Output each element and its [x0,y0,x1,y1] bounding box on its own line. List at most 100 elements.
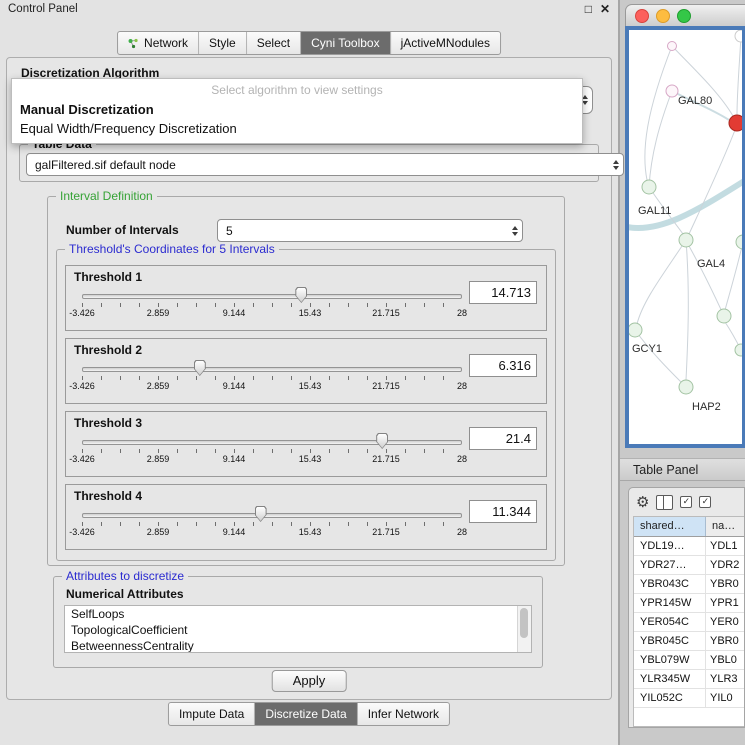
algorithm-option-manual-discretization[interactable]: Manual Discretization [12,100,582,119]
network-edge[interactable] [637,240,686,324]
tab-jactivemnodules[interactable]: jActiveMNodules [391,32,500,54]
network-node[interactable] [717,309,731,323]
table-row[interactable]: YER054CYER0 [634,613,744,632]
scale-label: 21.715 [372,308,400,318]
slider-scale-labels: -3.4262.8599.14415.4321.71528 [82,454,462,466]
network-edge[interactable] [725,242,742,310]
table-panel-window: ⚙ ✓ ✓ shared…na… YDL19…YDL1YDR27…YDR2YBR… [628,487,745,728]
attribute-item-betweennesscentrality[interactable]: BetweennessCentrality [65,638,531,653]
algorithm-options: Manual DiscretizationEqual Width/Frequen… [12,100,582,138]
table-row[interactable]: YBR045CYBR0 [634,632,744,651]
network-edge[interactable] [645,46,672,180]
table-panel-header[interactable]: Table Panel [620,458,745,481]
bottom-tab-infer-network[interactable]: Infer Network [358,703,449,725]
algorithm-option-equal-width-frequency-discretization[interactable]: Equal Width/Frequency Discretization [12,119,582,138]
table-row[interactable]: YPR145WYPR1 [634,594,744,613]
attribute-item-selfloops[interactable]: SelfLoops [65,606,531,622]
checkbox-icon[interactable]: ✓ [699,496,711,508]
scale-label: 21.715 [372,527,400,537]
slider-ticks [82,449,462,453]
network-node[interactable] [735,30,742,42]
network-frame: GAL80GAL11GAL4GCY1HAP2 [625,26,745,448]
slider-ticks [82,376,462,380]
scale-label: -3.426 [69,527,95,537]
node-label-gal4: GAL4 [697,258,725,270]
network-window-titlebar[interactable] [625,4,745,26]
network-node[interactable] [735,344,742,356]
scrollbar[interactable] [517,606,531,652]
tab-network[interactable]: Network [118,32,199,54]
table-cell: YIL0 [706,689,744,707]
table-cell: YPR1 [706,594,744,612]
slider-handle[interactable] [376,433,388,449]
slider-track [82,513,462,518]
tab-style[interactable]: Style [199,32,247,54]
table-cell: YBR043C [634,575,706,593]
network-node[interactable] [629,323,642,337]
minimize-traffic-light-icon[interactable] [656,9,670,23]
threshold-1-value-field[interactable]: 14.713 [469,281,537,304]
table-row[interactable]: YDL19…YDL1 [634,537,744,556]
network-edge[interactable] [689,130,735,234]
close-traffic-light-icon[interactable] [635,9,649,23]
tab-cyni-toolbox[interactable]: Cyni Toolbox [301,32,390,54]
network-node[interactable] [679,380,693,394]
checkbox-icon[interactable]: ✓ [680,496,692,508]
gear-icon[interactable]: ⚙ [636,495,649,510]
network-node[interactable] [729,115,742,131]
table-row[interactable]: YBL079WYBL0 [634,651,744,670]
bottom-tab-impute-data[interactable]: Impute Data [169,703,255,725]
slider-handle[interactable] [194,360,206,376]
threshold-2-value-field[interactable]: 6.316 [469,354,537,377]
threshold-label: Threshold 2 [74,343,142,357]
table-cell: YDR2 [706,556,744,574]
table-row[interactable]: YBR043CYBR0 [634,575,744,594]
slider-ticks [82,522,462,526]
table-row[interactable]: YDR27…YDR2 [634,556,744,575]
table-cell: YDR27… [634,556,706,574]
network-node[interactable] [679,233,693,247]
close-icon[interactable]: ✕ [600,2,610,16]
attribute-item-topologicalcoefficient[interactable]: TopologicalCoefficient [65,622,531,638]
network-canvas[interactable]: GAL80GAL11GAL4GCY1HAP2 [629,30,742,444]
network-node[interactable] [642,180,656,194]
table-cell: YPR145W [634,594,706,612]
thresholds-container: Threshold 1-3.4262.8599.14415.4321.71528… [57,250,555,550]
threshold-4-value-field[interactable]: 11.344 [469,500,537,523]
scale-label: 15.43 [299,527,322,537]
table-header-row: shared…na… [634,517,744,537]
threshold-4-slider[interactable]: -3.4262.8599.14415.4321.71528 [82,507,462,543]
table-row[interactable]: YLR345WYLR3 [634,670,744,689]
network-edge[interactable] [689,246,724,316]
apply-button[interactable]: Apply [272,670,347,692]
tab-select[interactable]: Select [247,32,301,54]
table-cell: YIL052C [634,689,706,707]
threshold-1-slider[interactable]: -3.4262.8599.14415.4321.71528 [82,288,462,324]
node-table: shared…na… YDL19…YDL1YDR27…YDR2YBR043CYB… [633,516,744,727]
number-of-intervals-select[interactable]: 5 [217,219,523,242]
network-edge[interactable] [737,36,741,115]
network-node[interactable] [736,235,742,249]
threshold-2-slider[interactable]: -3.4262.8599.14415.4321.71528 [82,361,462,397]
zoom-traffic-light-icon[interactable] [677,9,691,23]
attribute-items: SelfLoopsTopologicalCoefficientBetweenne… [65,606,531,653]
float-window-icon[interactable]: □ [585,2,592,16]
slider-handle[interactable] [255,506,267,522]
column-header-0[interactable]: shared… [634,517,706,536]
scale-label: -3.426 [69,381,95,391]
columns-icon[interactable] [656,495,673,510]
bottom-tab-impute-data-label: Impute Data [179,707,244,721]
numerical-attributes-list[interactable]: SelfLoopsTopologicalCoefficientBetweenne… [64,605,532,653]
table-row[interactable]: YIL052CYIL0 [634,689,744,708]
slider-handle[interactable] [295,287,307,303]
network-node[interactable] [666,85,678,97]
network-edge[interactable] [635,330,681,382]
network-node[interactable] [668,42,677,51]
threshold-3-value-field[interactable]: 21.4 [469,427,537,450]
network-edge[interactable] [686,240,688,380]
column-header-1[interactable]: na… [706,517,744,536]
table-data-select[interactable]: galFiltered.sif default node [26,153,624,176]
bottom-tab-discretize-data[interactable]: Discretize Data [255,703,357,725]
threshold-3-slider[interactable]: -3.4262.8599.14415.4321.71528 [82,434,462,470]
scrollbar-thumb[interactable] [520,608,528,638]
